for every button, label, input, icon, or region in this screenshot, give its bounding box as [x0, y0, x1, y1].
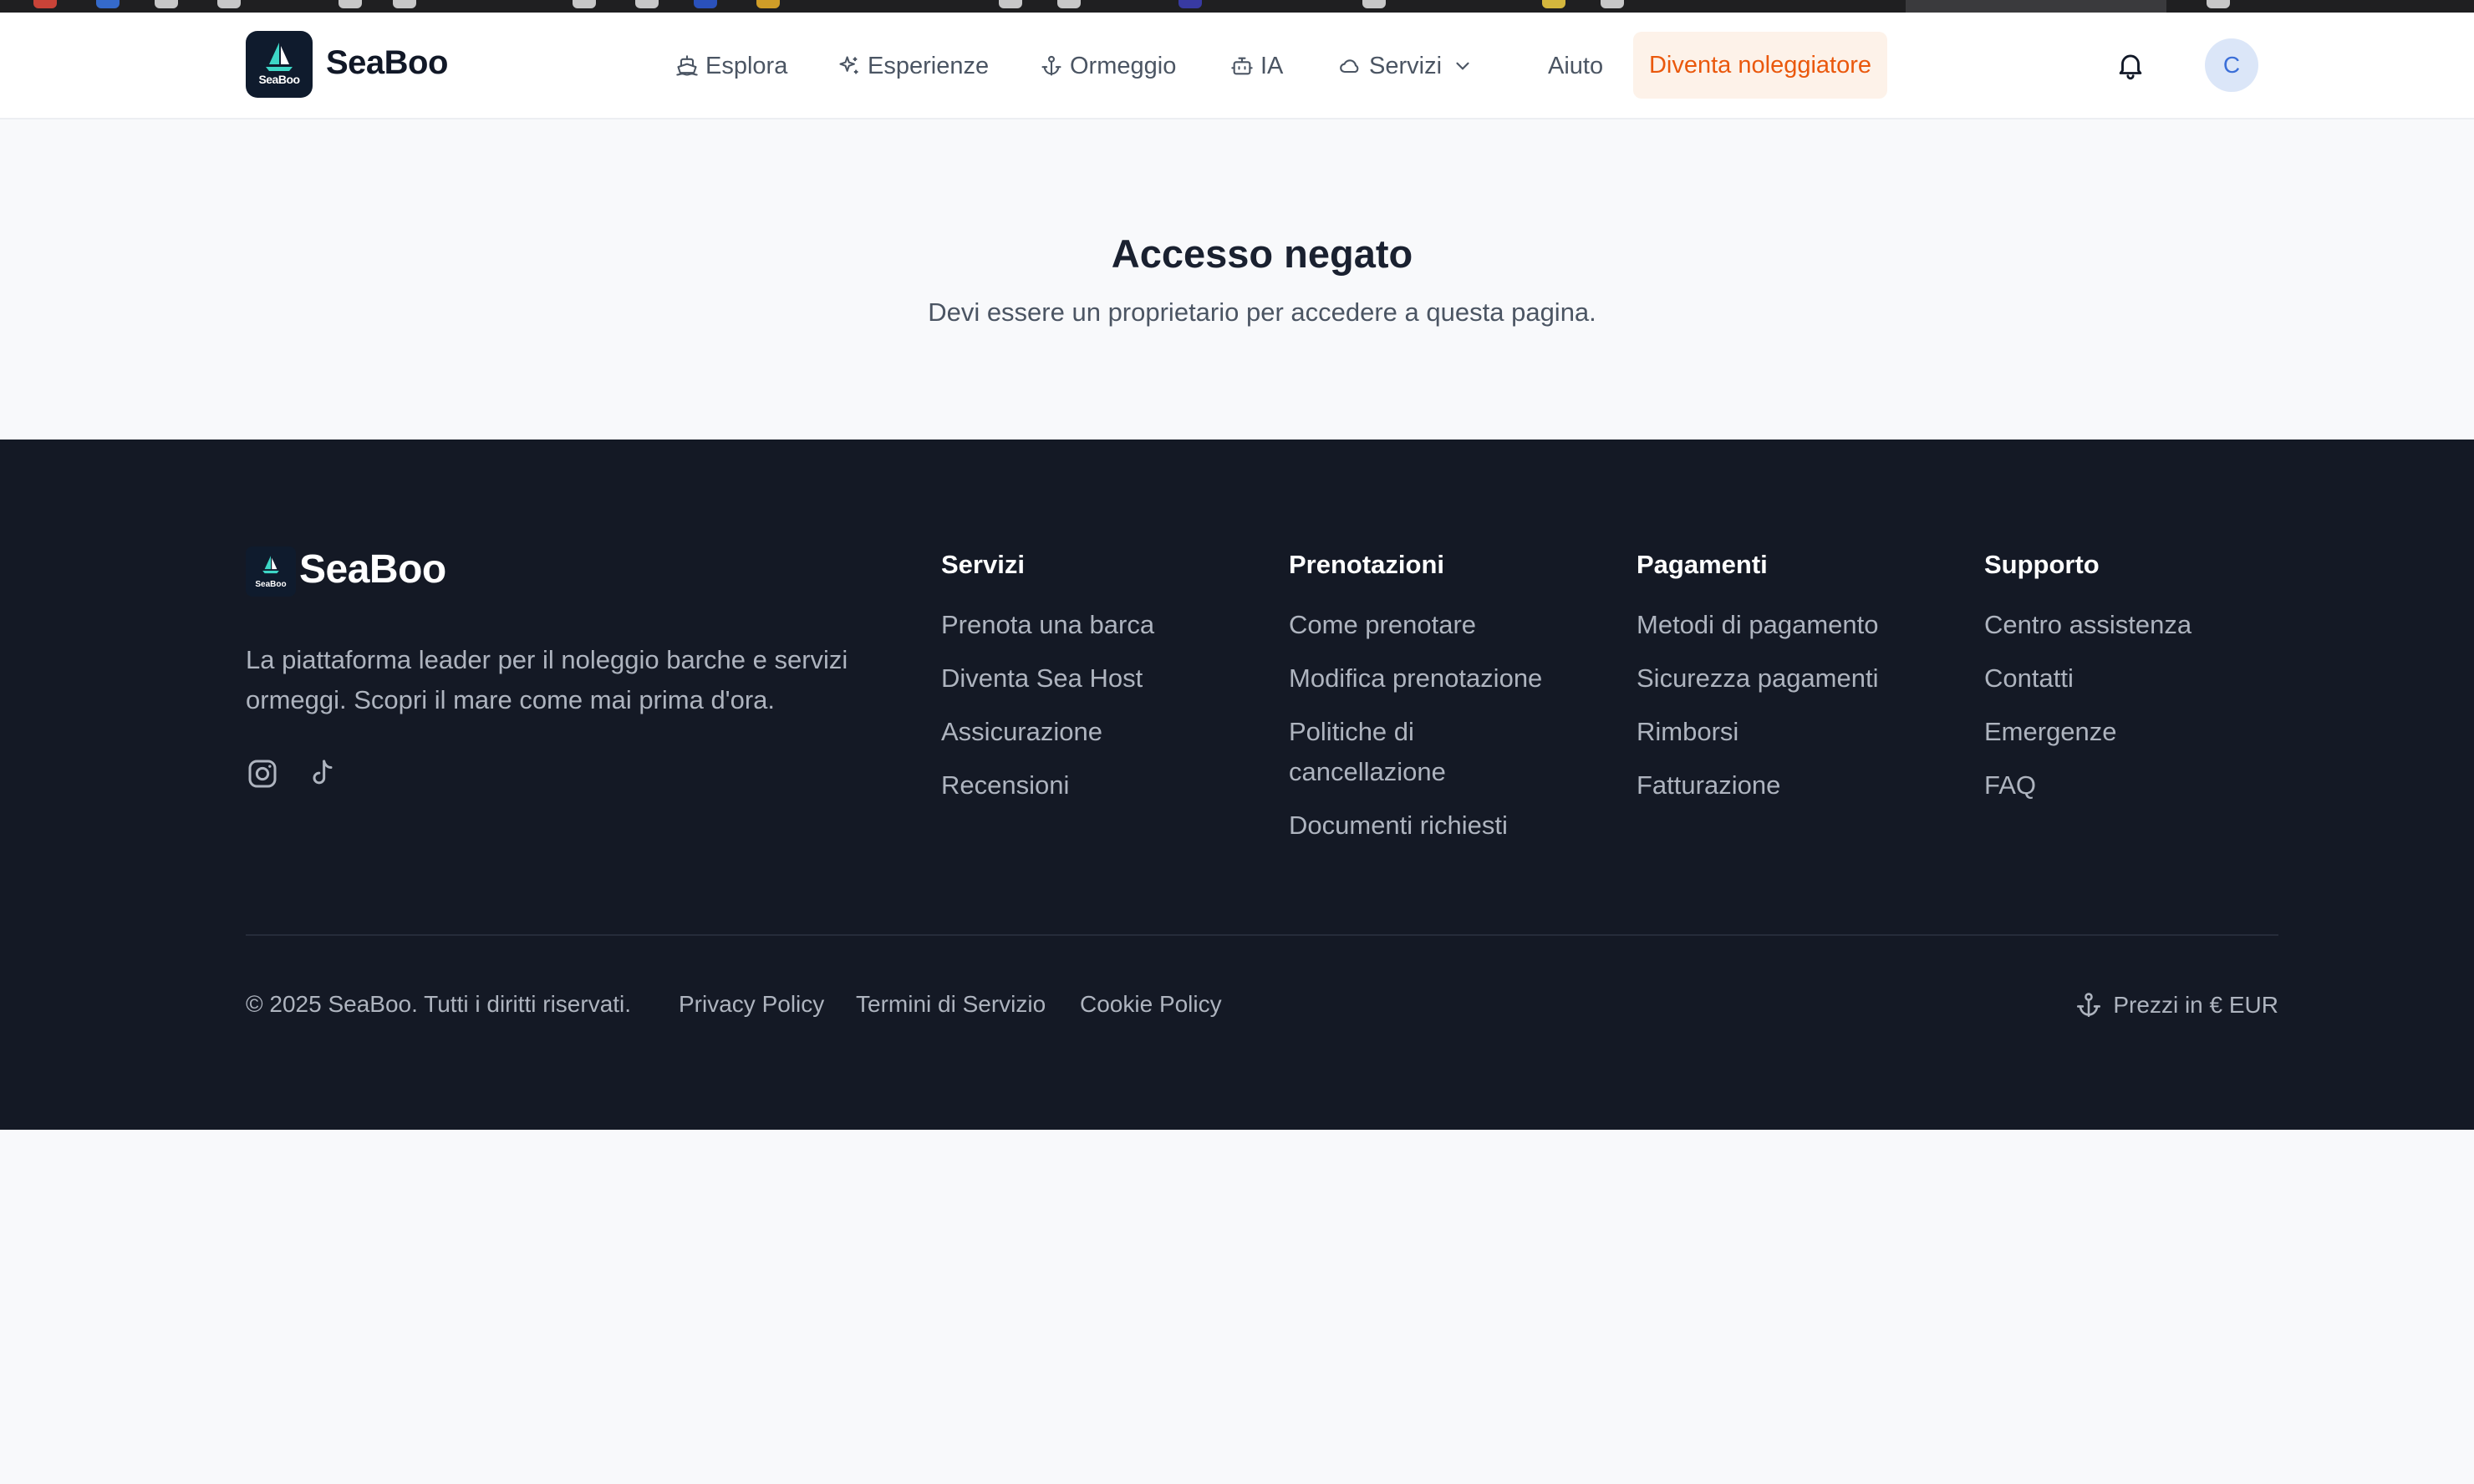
anchor-icon: [1041, 55, 1061, 76]
footer-link[interactable]: Recensioni: [941, 765, 1154, 806]
browser-active-tab[interactable]: [1906, 0, 2166, 13]
browser-tab-icon[interactable]: [635, 0, 659, 8]
nav-label: Servizi: [1369, 52, 1443, 79]
footer-link[interactable]: FAQ: [1984, 765, 2191, 806]
cloud-icon: [1340, 59, 1359, 74]
browser-tab-icon[interactable]: [1178, 0, 1202, 8]
browser-tab-icon[interactable]: [1057, 0, 1081, 8]
browser-tab-icon[interactable]: [2207, 0, 2230, 8]
chevron-down-icon: [1456, 62, 1469, 70]
footer-link[interactable]: Sicurezza pagamenti: [1637, 658, 1879, 699]
footer-divider: [246, 934, 2278, 936]
copyright: © 2025 SeaBoo. Tutti i diritti riservati…: [246, 991, 632, 1017]
tiktok-icon[interactable]: [306, 757, 339, 795]
browser-tab-icon[interactable]: [339, 0, 362, 8]
main-content: Accesso negato Devi essere un proprietar…: [0, 118, 2474, 440]
browser-tab-icon[interactable]: [999, 0, 1022, 8]
browser-tab-strip: [0, 0, 2474, 13]
nav-label: IA: [1260, 52, 1284, 79]
bot-icon: [1231, 57, 1253, 75]
page-title: Accesso negato: [1111, 231, 1413, 276]
notifications-bell-icon[interactable]: [2115, 49, 2146, 85]
avatar[interactable]: C: [2205, 38, 2258, 92]
footer-link[interactable]: Contatti: [1984, 658, 2191, 699]
sailboat-logo-icon: [262, 556, 279, 574]
sparkles-icon: [839, 56, 858, 74]
nav-label: Aiuto: [1548, 52, 1604, 79]
footer-column-title: Supporto: [1984, 550, 2100, 579]
cookie-policy-link[interactable]: Cookie Policy: [1080, 991, 1222, 1018]
footer-link[interactable]: Assicurazione: [941, 712, 1154, 752]
footer-link[interactable]: Fatturazione: [1637, 765, 1879, 806]
browser-tab-icon[interactable]: [1362, 0, 1386, 8]
browser-tab-icon[interactable]: [1601, 0, 1624, 8]
sailboat-logo-icon: [266, 43, 293, 71]
browser-tab-icon[interactable]: [217, 0, 241, 8]
nav-item-esperienze[interactable]: Esperienze: [837, 49, 989, 83]
nav-label: Ormeggio: [1070, 52, 1177, 79]
site-footer: SeaBoo SeaBoo La piattaforma leader per …: [0, 440, 2474, 1130]
footer-link[interactable]: Documenti richiesti: [1289, 806, 1542, 846]
nav-item-ia[interactable]: IA: [1230, 49, 1283, 83]
footer-link[interactable]: Come prenotare: [1289, 605, 1542, 645]
logo-text: SeaBoo: [258, 73, 300, 86]
currency-label: Prezzi in € EUR: [2113, 992, 2278, 1018]
browser-tab-icon[interactable]: [756, 0, 780, 8]
access-denied-message: Devi essere un proprietario per accedere…: [928, 297, 1596, 327]
browser-tab-icon[interactable]: [393, 0, 416, 8]
become-renter-button[interactable]: Diventa noleggiatore: [1633, 32, 1887, 99]
footer-link[interactable]: Emergenze: [1984, 712, 2191, 752]
boat-icon: [676, 55, 698, 76]
nav-item-ormeggio[interactable]: Ormeggio: [1040, 49, 1176, 83]
footer-link[interactable]: Rimborsi: [1637, 712, 1879, 752]
footer-description: La piattaforma leader per il noleggio ba…: [246, 645, 848, 714]
browser-tab-icon[interactable]: [96, 0, 120, 8]
footer-link[interactable]: Centro assistenza: [1984, 605, 2191, 645]
footer-column-title: Servizi: [941, 550, 1025, 579]
instagram-icon[interactable]: [246, 757, 279, 795]
footer-link[interactable]: Metodi di pagamento: [1637, 605, 1879, 645]
footer-link[interactable]: Politiche di cancellazione: [1289, 712, 1473, 792]
footer-column-prenotazioni: Prenotazioni Come prenotare Modifica pre…: [1289, 550, 1542, 859]
terms-of-service-link[interactable]: Termini di Servizio: [856, 991, 1046, 1018]
footer-link[interactable]: Prenota una barca: [941, 605, 1154, 645]
footer-column-pagamenti: Pagamenti Metodi di pagamento Sicurezza …: [1637, 550, 1879, 819]
site-header: SeaBoo SeaBoo Esplora Esperienze Ormeggi…: [0, 13, 2474, 119]
privacy-policy-link[interactable]: Privacy Policy: [679, 991, 824, 1018]
browser-tab-icon[interactable]: [573, 0, 596, 8]
logo[interactable]: SeaBoo: [246, 31, 313, 98]
nav-item-aiuto[interactable]: Aiuto: [1548, 49, 1603, 83]
anchor-icon: [2077, 993, 2101, 1018]
footer-brand-name[interactable]: SeaBoo: [299, 546, 446, 592]
nav-item-servizi[interactable]: Servizi: [1337, 49, 1480, 83]
footer-logo[interactable]: SeaBoo: [246, 546, 296, 597]
footer-link[interactable]: Diventa Sea Host: [941, 658, 1154, 699]
footer-column-servizi: Servizi Prenota una barca Diventa Sea Ho…: [941, 550, 1154, 819]
footer-column-supporto: Supporto Centro assistenza Contatti Emer…: [1984, 550, 2191, 819]
footer-link[interactable]: Modifica prenotazione: [1289, 658, 1542, 699]
nav-label: Esplora: [705, 52, 788, 79]
browser-tab-icon[interactable]: [1542, 0, 1565, 8]
browser-tab-icon[interactable]: [33, 0, 57, 8]
footer-column-title: Prenotazioni: [1289, 550, 1445, 579]
nav-label: Esperienze: [868, 52, 990, 79]
browser-tab-icon[interactable]: [155, 0, 178, 8]
currency-indicator: Prezzi in € EUR: [2074, 991, 2278, 1019]
brand-name[interactable]: SeaBoo: [326, 44, 448, 82]
logo-text: SeaBoo: [255, 580, 287, 589]
footer-column-title: Pagamenti: [1637, 550, 1768, 579]
nav-item-esplora[interactable]: Esplora: [675, 49, 787, 83]
browser-tab-icon[interactable]: [694, 0, 717, 8]
